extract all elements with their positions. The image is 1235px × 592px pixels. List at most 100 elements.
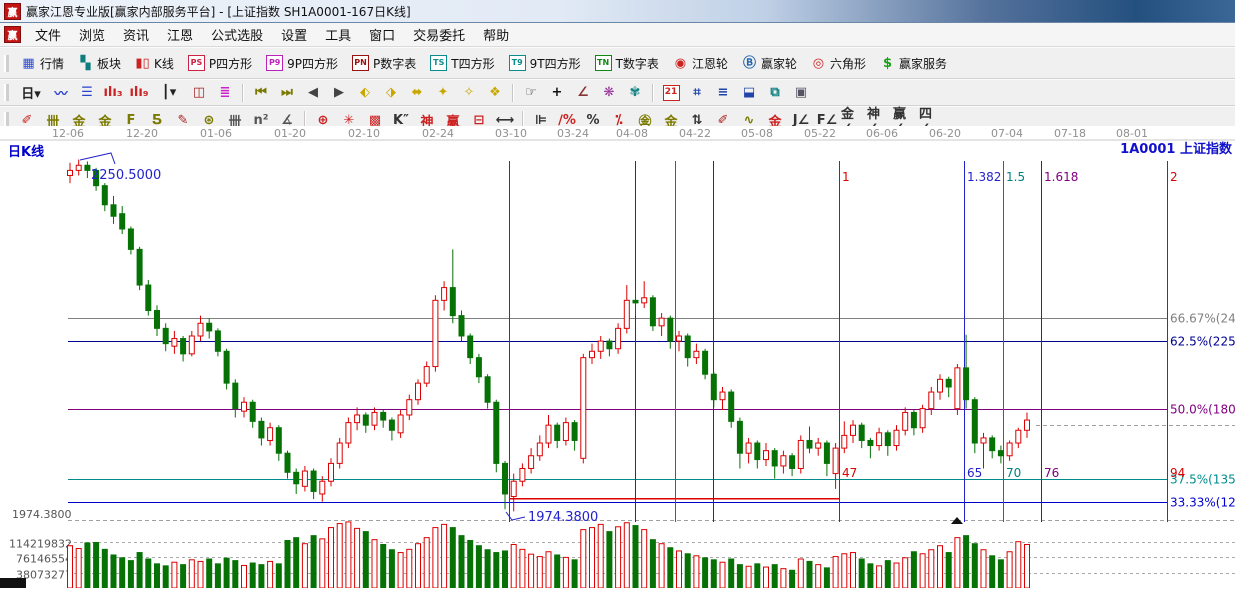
calculator-icon[interactable]: ⌗ — [684, 81, 710, 104]
svg-text:06-20: 06-20 — [929, 127, 961, 140]
step-back-icon[interactable]: ◀ — [300, 81, 326, 104]
remote-pc-icon[interactable]: ▣ — [788, 81, 814, 104]
bars-9-icon[interactable]: ılı₉ — [126, 81, 152, 104]
svg-text:07-04: 07-04 — [991, 127, 1023, 140]
svg-text:47: 47 — [842, 466, 857, 480]
p-number-table-icon: PN — [352, 55, 370, 71]
crosshair-icon[interactable]: + — [544, 81, 570, 104]
svg-text:08-01: 08-01 — [1116, 127, 1148, 140]
p-square-icon: PS — [187, 55, 205, 71]
gann-fit-icon[interactable]: ❖ — [482, 81, 508, 104]
svg-text:50.0%(180): 50.0%(180) — [1170, 403, 1235, 417]
flower-tool-icon[interactable]: ❋ — [596, 81, 622, 104]
step-forward-icon[interactable]: ▶ — [326, 81, 352, 104]
menu-item[interactable]: 工具 — [316, 23, 360, 46]
goto-last-icon[interactable]: ⏭ — [274, 81, 300, 104]
svg-text:94: 94 — [1170, 466, 1185, 480]
winner-service-label: 赢家服务 — [898, 56, 947, 71]
9t-square-button[interactable]: T9 9T四方形 — [502, 52, 588, 75]
pan-hand-icon[interactable]: ☞ — [518, 81, 544, 104]
pattern-stats-icon[interactable]: ◫ — [186, 81, 212, 104]
svg-text:1.5: 1.5 — [1006, 170, 1025, 184]
kline-button[interactable]: ▮▯ K线 — [128, 52, 181, 75]
draw-freehand-icon[interactable]: 〰 — [48, 81, 74, 104]
toolbar-grip[interactable] — [4, 84, 9, 101]
quotes-label: 行情 — [40, 56, 65, 71]
gann-compress-icon[interactable]: ✦ — [430, 81, 456, 104]
menu-item[interactable]: 浏览 — [70, 23, 114, 46]
svg-text:70: 70 — [1006, 466, 1021, 480]
t-number-table-button[interactable]: TN T数字表 — [588, 52, 666, 75]
save-icon[interactable]: ⬓ — [736, 81, 762, 104]
angle-measure-icon[interactable]: ∠ — [570, 81, 596, 104]
svg-text:06-06: 06-06 — [866, 127, 898, 140]
svg-text:1.618: 1.618 — [1044, 170, 1078, 184]
notes-pad-icon[interactable]: ≡ — [710, 81, 736, 104]
menu-item[interactable]: 文件 — [26, 23, 70, 46]
menu-item[interactable]: 设置 — [272, 23, 316, 46]
send-network-icon[interactable]: ⧉ — [762, 81, 788, 104]
svg-text:02-24: 02-24 — [422, 127, 454, 140]
svg-text:12-20: 12-20 — [126, 127, 158, 140]
menu-item[interactable]: 江恩 — [158, 23, 202, 46]
svg-text:07-18: 07-18 — [1054, 127, 1086, 140]
kline-icon: ▮▯ — [135, 55, 150, 71]
menu-item[interactable]: 公式选股 — [202, 23, 272, 46]
quotes-button[interactable]: ▦ 行情 — [14, 52, 71, 75]
winner-wheel-icon: Ⓑ — [742, 55, 756, 71]
sectors-button[interactable]: ▚ 板块 — [71, 52, 128, 75]
svg-text:01-20: 01-20 — [274, 127, 306, 140]
gann-shift-right-icon[interactable]: ⬗ — [378, 81, 404, 104]
t-number-table-icon: TN — [594, 55, 612, 71]
p-number-table-label: P数字表 — [373, 56, 417, 71]
spiral-tool-icon[interactable]: ✾ — [622, 81, 648, 104]
kline-period-dropdown[interactable]: 日▾ — [14, 81, 48, 104]
sectors-label: 板块 — [97, 56, 122, 71]
gann-wheel-icon: ◉ — [674, 55, 687, 71]
gann-wheel-button[interactable]: ◉ 江恩轮 — [666, 52, 735, 75]
t-square-button[interactable]: TS T四方形 — [423, 52, 501, 75]
toolbar-grip[interactable] — [4, 54, 9, 72]
info-list-icon[interactable]: ☰ — [74, 81, 100, 104]
svg-text:2: 2 — [1170, 170, 1178, 184]
svg-text:76: 76 — [1044, 466, 1059, 480]
winner-service-button[interactable]: $ 赢家服务 — [873, 52, 954, 75]
svg-text:01-06: 01-06 — [200, 127, 232, 140]
menu-item[interactable]: 窗口 — [360, 23, 404, 46]
toolbar-separator — [242, 83, 244, 102]
bars-3-icon[interactable]: ılı₃ — [100, 81, 126, 104]
gann-shift-left-icon[interactable]: ⬖ — [352, 81, 378, 104]
svg-text:62.5%(225): 62.5%(225) — [1170, 335, 1235, 349]
p-square-button[interactable]: PS P四方形 — [181, 52, 259, 75]
menu-item[interactable]: 资讯 — [114, 23, 158, 46]
toolbar-separator — [512, 83, 514, 102]
svg-text:2250.5000: 2250.5000 — [91, 168, 161, 183]
kline-label: K线 — [154, 56, 174, 71]
calendar-icon[interactable]: 21 — [658, 81, 684, 104]
9p-square-button[interactable]: P9 9P四方形 — [259, 52, 345, 75]
winner-wheel-button[interactable]: Ⓑ 赢家轮 — [735, 52, 804, 75]
svg-text:05-22: 05-22 — [804, 127, 836, 140]
goto-first-icon[interactable]: ⏮ — [248, 81, 274, 104]
9t-square-label: 9T四方形 — [529, 56, 581, 71]
hexagon-button[interactable]: ◎ 六角形 — [804, 52, 873, 75]
svg-text:33.33%(120): 33.33%(120) — [1170, 496, 1235, 510]
app-logo-icon: 赢 — [4, 2, 21, 20]
svg-text:76146554: 76146554 — [16, 553, 72, 566]
gann-wheel-label: 江恩轮 — [691, 56, 728, 71]
volume-profile-icon[interactable]: ≣ — [212, 81, 238, 104]
p-number-table-button[interactable]: PN P数字表 — [345, 52, 423, 75]
kline-chart[interactable]: 12-06 12-20 01-06 01-20 02-10 02-24 03-10 03-24… — [0, 126, 1235, 589]
kline-chart-panel[interactable]: 12-06 12-20 01-06 01-20 02-10 02-24 03-10 03-24… — [0, 126, 1235, 589]
9p-square-icon: P9 — [266, 55, 284, 71]
menu-item[interactable]: 交易委托 — [404, 23, 474, 46]
svg-text:03-24: 03-24 — [557, 127, 589, 140]
window-title: 赢家江恩专业版[赢家内部服务平台] - [上证指数 SH1A0001-167日K… — [26, 4, 411, 19]
svg-text:66.67%(240): 66.67%(240) — [1170, 312, 1235, 326]
candle-type-dropdown[interactable]: ⎮▾ — [152, 81, 186, 104]
gann-expand-icon[interactable]: ✧ — [456, 81, 482, 104]
winner-service-icon: $ — [882, 55, 892, 71]
t-square-icon: TS — [430, 55, 448, 71]
menu-item[interactable]: 帮助 — [474, 23, 518, 46]
gann-expand-h-icon[interactable]: ⬌ — [404, 81, 430, 104]
